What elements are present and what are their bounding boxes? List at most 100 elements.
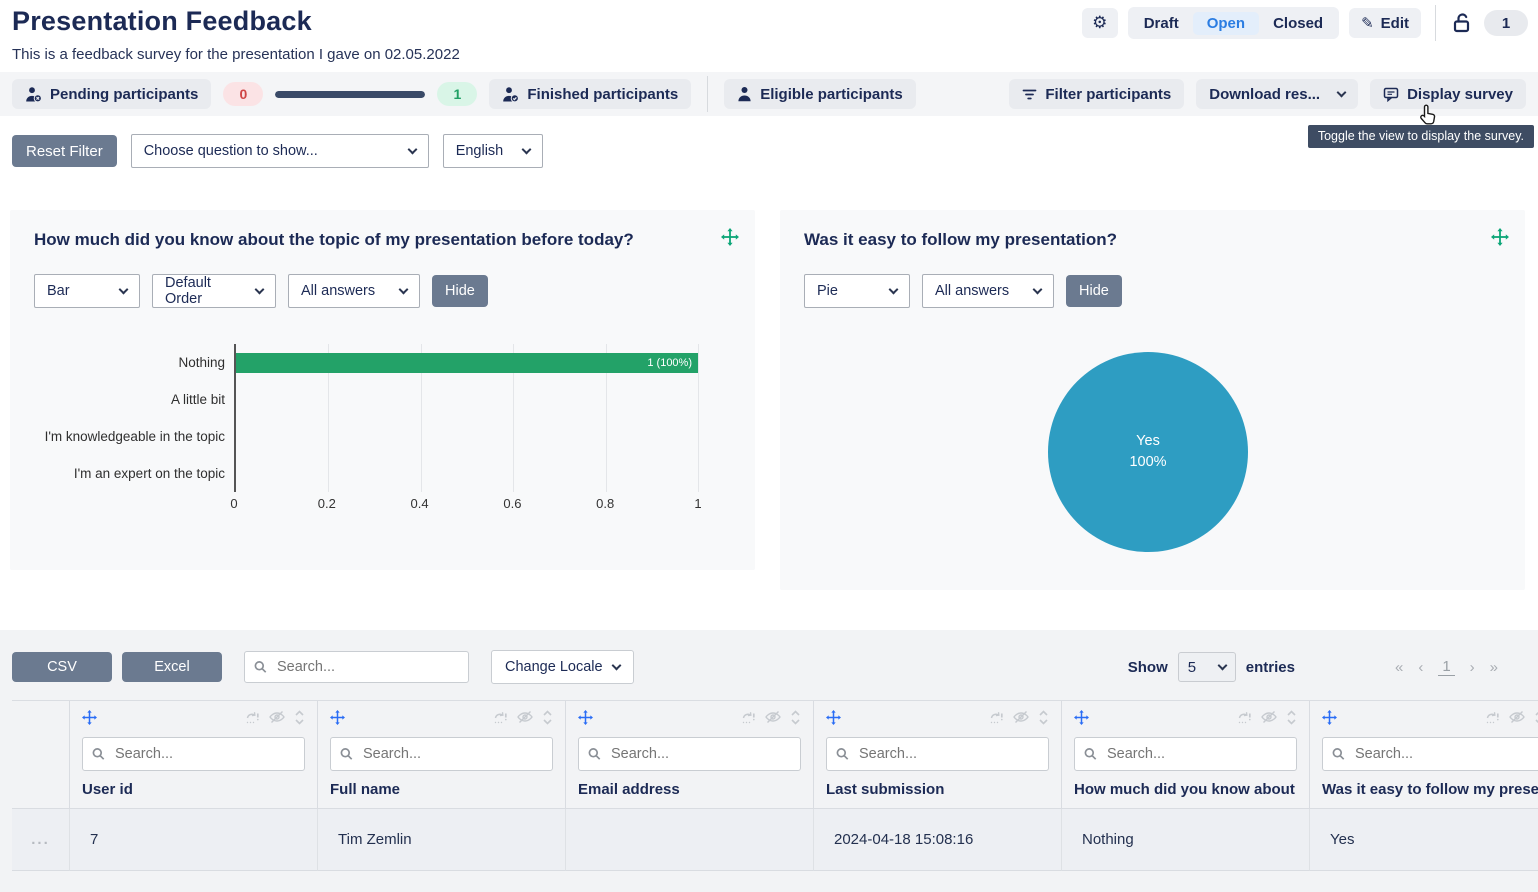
table-row[interactable]: ... 7 Tim Zemlin 2024-04-18 15:08:16 Not… xyxy=(12,809,1538,871)
person-x-icon xyxy=(25,86,42,103)
eligible-participants-button[interactable]: Eligible participants xyxy=(724,79,916,109)
x-axis-tick: 0.2 xyxy=(318,496,336,511)
column-move-icon[interactable] xyxy=(578,710,593,729)
column-label: Was it easy to follow my presentation? xyxy=(1322,781,1538,798)
progress-fill xyxy=(275,91,425,98)
last-page-icon[interactable]: » xyxy=(1490,659,1498,676)
reset-filter-button[interactable]: Reset Filter xyxy=(12,135,117,167)
page-size-select[interactable]: 5 xyxy=(1178,652,1236,682)
pie-circle[interactable]: Yes 100% xyxy=(1048,352,1248,552)
hide-column-icon[interactable] xyxy=(1013,710,1029,728)
person-icon xyxy=(737,86,752,102)
survey-status-tabs: Draft Open Closed xyxy=(1128,7,1339,39)
column-priority-icon[interactable] xyxy=(989,710,1004,729)
unlock-icon xyxy=(1450,11,1474,35)
bar-segment[interactable]: 1 (100%) xyxy=(236,353,698,373)
filter-participants-button[interactable]: Filter participants xyxy=(1009,79,1184,109)
column-priority-icon[interactable] xyxy=(493,710,508,729)
move-icon[interactable] xyxy=(721,228,739,250)
chevron-down-icon xyxy=(407,145,417,155)
table-toolbar: CSV Excel Change Locale Show 5 entries «… xyxy=(0,650,1538,684)
prev-page-icon[interactable]: ‹ xyxy=(1418,659,1423,676)
finished-participants-button[interactable]: Finished participants xyxy=(489,79,691,109)
cell-last-submission: 2024-04-18 15:08:16 xyxy=(814,809,1062,871)
x-axis-tick: 0.6 xyxy=(503,496,521,511)
column-header: Was it easy to follow my presentation? xyxy=(1310,701,1538,809)
column-search-input[interactable] xyxy=(82,737,305,771)
column-label: Email address xyxy=(578,781,801,798)
column-move-icon[interactable] xyxy=(1322,710,1337,729)
global-search-input[interactable] xyxy=(244,651,469,683)
sort-icon[interactable] xyxy=(1038,710,1049,729)
column-search-input[interactable] xyxy=(1322,737,1538,771)
tab-closed[interactable]: Closed xyxy=(1259,12,1337,35)
excel-export-button[interactable]: Excel xyxy=(122,652,222,682)
settings-button[interactable]: ⚙ xyxy=(1082,8,1118,38)
chevron-down-icon xyxy=(255,285,265,295)
column-search-input[interactable] xyxy=(330,737,553,771)
order-select[interactable]: Default Order xyxy=(152,274,276,308)
search-icon xyxy=(1084,748,1097,761)
hand-cursor-icon xyxy=(1419,104,1440,132)
divider xyxy=(1435,5,1436,41)
column-priority-icon[interactable] xyxy=(1237,710,1252,729)
edit-button[interactable]: ✎ Edit xyxy=(1349,8,1421,38)
hide-column-icon[interactable] xyxy=(765,710,781,728)
search-icon xyxy=(340,748,353,761)
download-responses-button[interactable]: Download res... xyxy=(1196,79,1358,109)
column-move-icon[interactable] xyxy=(82,710,97,729)
sort-icon[interactable] xyxy=(542,710,553,729)
column-search-input[interactable] xyxy=(826,737,1049,771)
results-section: CSV Excel Change Locale Show 5 entries «… xyxy=(0,630,1538,892)
sort-icon[interactable] xyxy=(1286,710,1297,729)
column-priority-icon[interactable] xyxy=(245,710,260,729)
x-axis-tick: 0.4 xyxy=(411,496,429,511)
row-menu[interactable]: ... xyxy=(12,809,70,871)
language-select[interactable]: English xyxy=(443,134,543,168)
move-icon[interactable] xyxy=(1491,228,1509,250)
chart-type-select[interactable]: Bar xyxy=(34,274,140,308)
column-move-icon[interactable] xyxy=(826,710,841,729)
column-move-icon[interactable] xyxy=(1074,710,1089,729)
hide-column-icon[interactable] xyxy=(1509,710,1525,728)
change-locale-button[interactable]: Change Locale xyxy=(491,650,634,684)
hide-chart-button[interactable]: Hide xyxy=(1066,275,1122,307)
charts-row: How much did you know about the topic of… xyxy=(0,172,1538,590)
csv-export-button[interactable]: CSV xyxy=(12,652,112,682)
bar-plot-area: 1 (100%) xyxy=(234,344,698,492)
hide-column-icon[interactable] xyxy=(517,710,533,728)
first-page-icon[interactable]: « xyxy=(1395,659,1403,676)
answers-filter-select[interactable]: All answers xyxy=(288,274,420,308)
chevron-down-icon xyxy=(889,285,899,295)
hide-column-icon[interactable] xyxy=(269,710,285,728)
column-priority-icon[interactable] xyxy=(1485,710,1500,729)
tab-draft[interactable]: Draft xyxy=(1130,12,1193,35)
question-select[interactable]: Choose question to show... xyxy=(131,134,429,168)
sort-icon[interactable] xyxy=(790,710,801,729)
hide-chart-button[interactable]: Hide xyxy=(432,275,488,307)
column-priority-icon[interactable] xyxy=(741,710,756,729)
chevron-down-icon xyxy=(611,661,621,671)
category-label: A little bit xyxy=(171,392,225,407)
display-survey-button[interactable]: Display survey xyxy=(1370,79,1526,109)
chevron-down-icon xyxy=(1217,661,1227,671)
current-page[interactable]: 1 xyxy=(1438,658,1454,676)
category-label: Nothing xyxy=(178,355,225,370)
column-label: Full name xyxy=(330,781,553,798)
column-move-icon[interactable] xyxy=(330,710,345,729)
answers-filter-select[interactable]: All answers xyxy=(922,274,1054,308)
pencil-icon: ✎ xyxy=(1361,14,1374,32)
pending-participants-button[interactable]: Pending participants xyxy=(12,79,211,109)
hide-column-icon[interactable] xyxy=(1261,710,1277,728)
column-search-input[interactable] xyxy=(1074,737,1297,771)
cell-full-name: Tim Zemlin xyxy=(318,809,566,871)
column-search-input[interactable] xyxy=(578,737,801,771)
column-header: Last submission xyxy=(814,701,1062,809)
bar-value-label: 1 (100%) xyxy=(647,357,692,369)
chart-type-select[interactable]: Pie xyxy=(804,274,910,308)
sort-icon[interactable] xyxy=(294,710,305,729)
next-page-icon[interactable]: › xyxy=(1470,659,1475,676)
sort-icon[interactable] xyxy=(1534,710,1538,729)
cell-user-id: 7 xyxy=(70,809,318,871)
tab-open[interactable]: Open xyxy=(1193,12,1259,35)
